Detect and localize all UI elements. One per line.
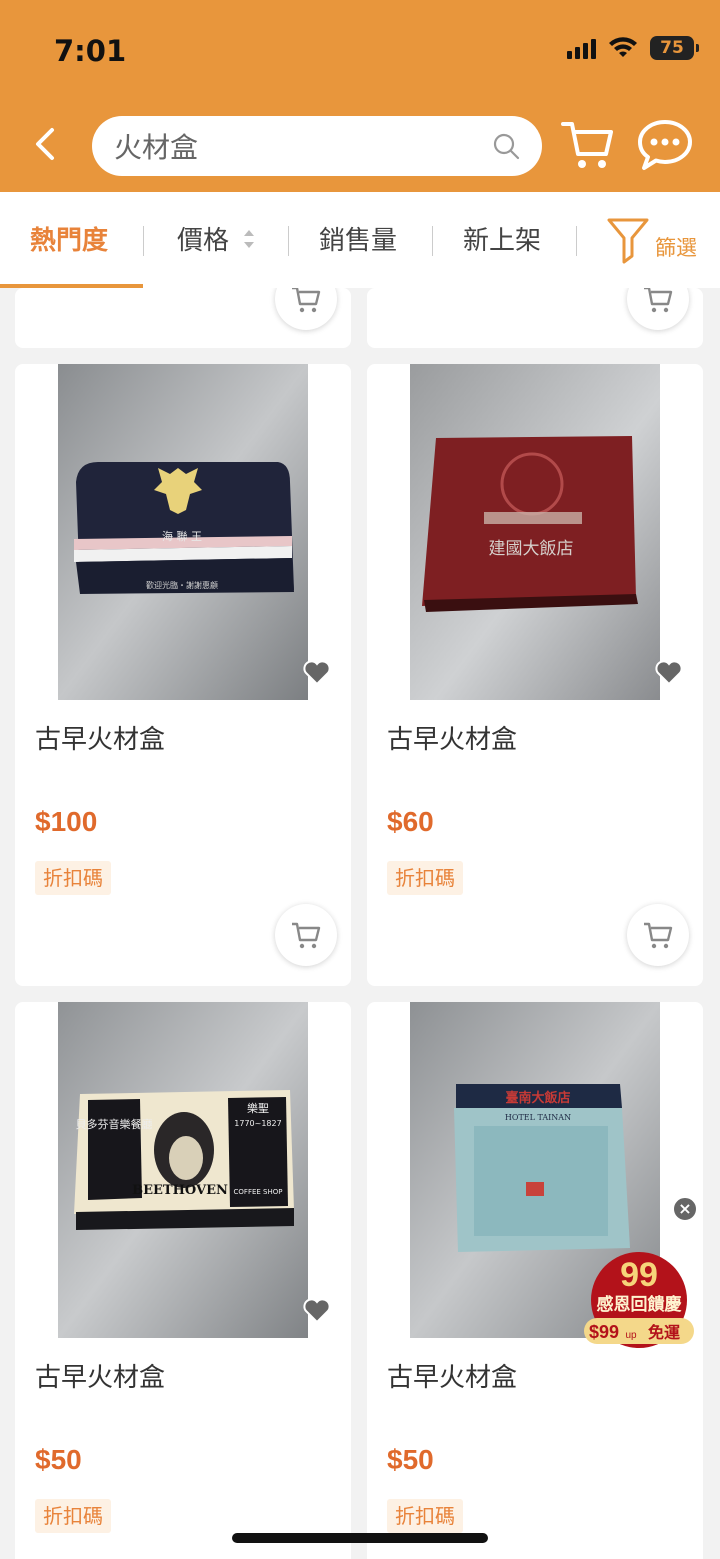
divider [576,226,577,256]
sort-sales-tab[interactable]: 銷售量 [319,220,397,257]
coupon-badge: 折扣碼 [35,1499,111,1533]
product-card[interactable]: 海 聯 王 歡迎光臨・謝謝惠顧 古早火材盒 $100 折扣碼 [15,364,351,986]
product-image[interactable]: 貝多芬音樂餐廳 樂聖 1770~1827 BEETHOVEN COFFEE SH… [58,1002,308,1338]
chat-icon[interactable] [636,118,694,172]
matchbox-text: HOTEL TAINAN [505,1113,571,1122]
filter-icon[interactable] [606,216,650,266]
status-icons: 75 [567,36,699,60]
product-title[interactable]: 古早火材盒 [387,1357,517,1394]
promo-price: $99 [589,1322,619,1342]
matchbox-text: 建國大飯店 [489,539,574,559]
battery-icon: 75 [650,36,699,60]
sort-popular-tab[interactable]: 熱門度 [30,220,108,257]
product-price: $50 [35,1444,82,1475]
divider [288,226,289,256]
matchbox-text: 歡迎光臨・謝謝惠顧 [146,580,218,590]
close-promo-button[interactable]: × [672,1196,698,1222]
search-input[interactable]: 火材盒 [92,116,542,176]
product-title[interactable]: 古早火材盒 [35,719,165,756]
favorite-heart-icon[interactable] [303,660,331,686]
promo-number: 99 [620,1256,658,1294]
search-query: 火材盒 [114,131,199,164]
status-time: 7:01 [54,34,127,68]
filter-label[interactable]: 篩選 [655,232,697,262]
favorite-heart-icon[interactable] [655,660,683,686]
promo-line1: 感恩回饋慶 [597,1294,682,1315]
add-to-cart-button[interactable] [275,904,337,966]
matchbox-text: 樂聖 [247,1101,269,1115]
sort-price-tab[interactable]: 價格 [177,220,229,257]
matchbox-text: 臺南大飯店 [505,1090,570,1106]
back-arrow-icon[interactable] [30,124,60,164]
add-to-cart-button[interactable] [275,288,337,330]
matchbox-text: COFFEE SHOP [234,1188,283,1196]
coupon-badge: 折扣碼 [387,861,463,895]
product-image[interactable]: 海 聯 王 歡迎光臨・謝謝惠顧 [58,364,308,700]
divider [432,226,433,256]
add-to-cart-button[interactable] [627,904,689,966]
cart-icon [644,288,673,313]
cart-icon [644,922,673,949]
coupon-badge: 折扣碼 [387,1499,463,1533]
coupon-badge: 折扣碼 [35,861,111,895]
product-price: $60 [387,806,434,837]
product-image[interactable]: 建國大飯店 [410,364,660,700]
favorite-heart-icon[interactable] [303,1298,331,1324]
cart-icon [292,288,321,313]
matchbox-text: 貝多芬音樂餐廳 [76,1117,153,1131]
product-card[interactable]: 貝多芬音樂餐廳 樂聖 1770~1827 BEETHOVEN COFFEE SH… [15,1002,351,1559]
product-card[interactable] [367,288,703,348]
promo-up: up [625,1330,637,1341]
matchbox-text: 海 聯 王 [162,529,202,543]
divider [143,226,144,256]
add-to-cart-button[interactable] [627,288,689,330]
sort-new-tab[interactable]: 新上架 [463,220,541,257]
promo-badge[interactable]: 99 感恩回饋慶 $99 up 免運 [578,1242,700,1348]
product-title[interactable]: 古早火材盒 [35,1357,165,1394]
home-indicator [232,1533,488,1543]
sort-arrows-icon [244,230,254,248]
product-price: $100 [35,806,98,837]
promo-shipping: 免運 [648,1323,680,1342]
cart-icon[interactable] [560,118,616,172]
cart-icon [292,922,321,949]
signal-icon [567,37,596,59]
app-header: 7:01 75 火材盒 [0,0,720,192]
product-title[interactable]: 古早火材盒 [387,719,517,756]
product-card[interactable] [15,288,351,348]
matchbox-text: 1770~1827 [234,1119,281,1128]
matchbox-text: BEETHOVEN [132,1183,228,1198]
search-icon [493,133,520,160]
product-card[interactable]: 建國大飯店 古早火材盒 $60 折扣碼 [367,364,703,986]
wifi-icon [609,37,637,57]
product-price: $50 [387,1444,434,1475]
